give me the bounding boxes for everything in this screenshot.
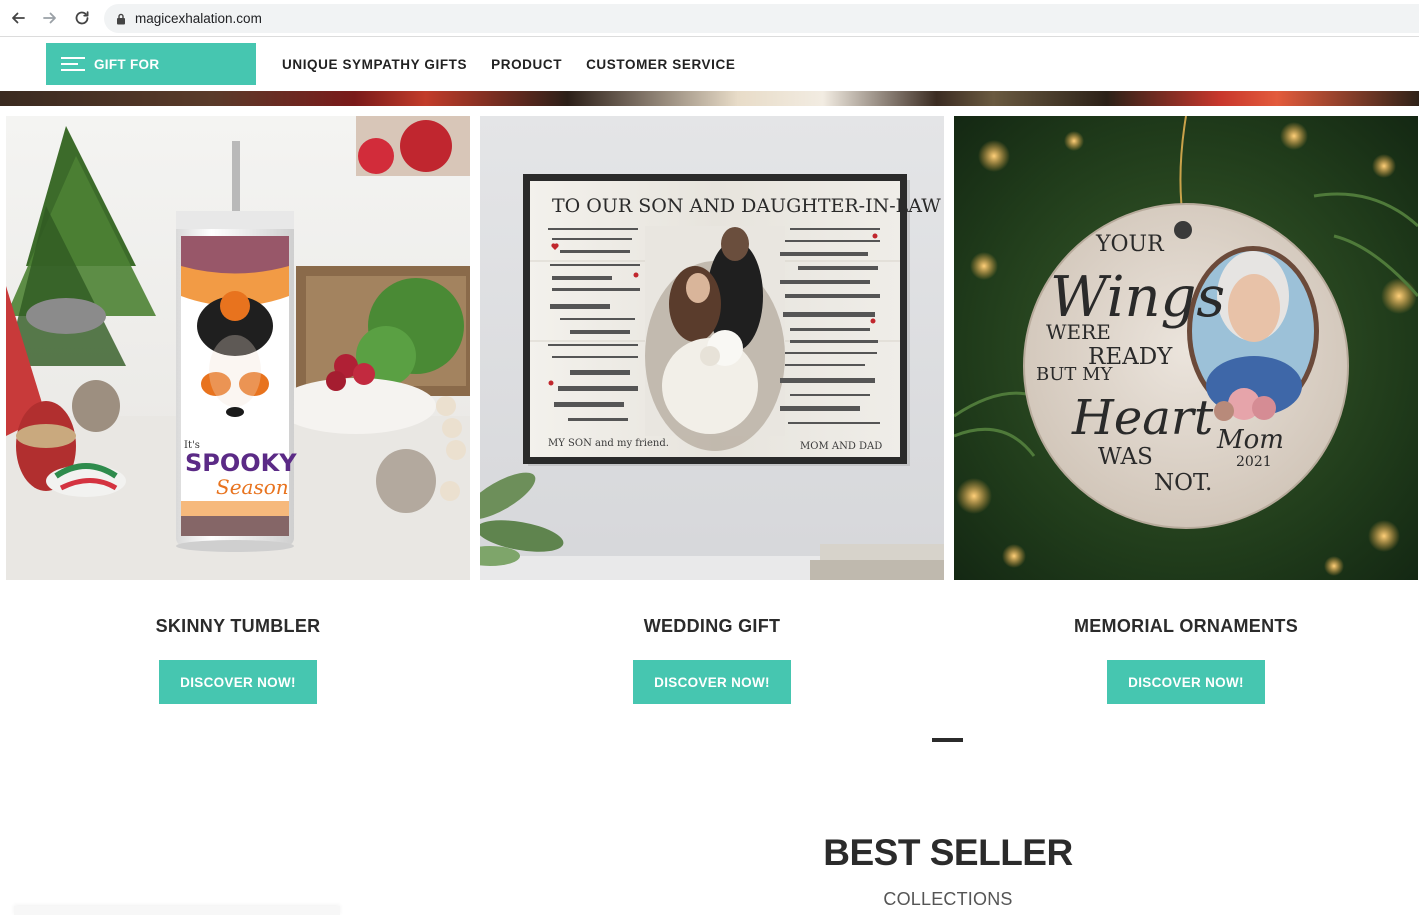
ornament-your-text: YOUR bbox=[1095, 232, 1165, 257]
poster-signature: MOM AND DAD bbox=[800, 441, 882, 452]
gift-for-label: GIFT FOR bbox=[94, 56, 160, 72]
product-title: MEMORIAL ORNAMENTS bbox=[1073, 616, 1299, 636]
ornament-not-text: NOT. bbox=[1154, 470, 1212, 496]
tumbler-season-text: Season bbox=[216, 475, 289, 499]
gift-for-menu-button[interactable]: GIFT FOR bbox=[46, 43, 256, 85]
nav-customer-service[interactable]: CUSTOMER SERVICE bbox=[586, 57, 735, 72]
url-text: magicexhalation.com bbox=[135, 11, 262, 26]
lock-icon bbox=[117, 13, 125, 24]
best-seller-subtitle: COLLECTIONS bbox=[883, 889, 1013, 909]
poster-my-son-text: MY SON and my friend. bbox=[548, 438, 669, 449]
browser-toolbar: magicexhalation.com bbox=[0, 0, 1419, 37]
section-divider bbox=[932, 738, 963, 742]
site-header: GIFT FOR UNIQUE SYMPATHY GIFTS PRODUCT C… bbox=[0, 37, 1419, 91]
main-nav: UNIQUE SYMPATHY GIFTS PRODUCT CUSTOMER S… bbox=[282, 37, 759, 91]
product-card-memorial-ornaments: YOUR Wings WERE READY BUT MY Heart WAS N… bbox=[954, 116, 1418, 710]
tumbler-spooky-text: SPOOKY bbox=[185, 449, 297, 477]
bottom-card-edge bbox=[14, 906, 340, 915]
hamburger-icon bbox=[61, 57, 85, 71]
poster-title: TO OUR SON AND DAUGHTER-IN-LAW bbox=[552, 195, 941, 217]
wedding-gift-image[interactable]: TO OUR SON AND DAUGHTER-IN-LAW MY SON an… bbox=[480, 116, 944, 580]
forward-arrow-icon bbox=[43, 12, 56, 24]
product-title: SKINNY TUMBLER bbox=[155, 616, 321, 636]
hero-banner-strip bbox=[0, 91, 1419, 106]
discover-now-button[interactable]: DISCOVER NOW! bbox=[1107, 660, 1265, 704]
memorial-ornaments-image[interactable]: YOUR Wings WERE READY BUT MY Heart WAS N… bbox=[954, 116, 1418, 580]
nav-unique-sympathy-gifts[interactable]: UNIQUE SYMPATHY GIFTS bbox=[282, 57, 467, 72]
discover-now-button[interactable]: DISCOVER NOW! bbox=[159, 660, 317, 704]
product-title: WEDDING GIFT bbox=[643, 616, 781, 636]
best-seller-title: BEST SELLER bbox=[823, 832, 1073, 873]
address-bar[interactable]: magicexhalation.com bbox=[104, 4, 1419, 33]
forward-button[interactable] bbox=[34, 2, 66, 34]
ornament-was-text: WAS bbox=[1098, 444, 1153, 470]
product-card-wedding-gift: TO OUR SON AND DAUGHTER-IN-LAW MY SON an… bbox=[480, 116, 944, 710]
reload-button[interactable] bbox=[66, 2, 98, 34]
ornament-were-text: WERE bbox=[1046, 320, 1111, 344]
ornament-mom-text: Mom bbox=[1216, 425, 1284, 455]
product-card-skinny-tumbler: It's SPOOKY Season SKINNY TUMBLER DISCOV… bbox=[6, 116, 470, 710]
reload-icon bbox=[75, 11, 89, 25]
discover-now-button[interactable]: DISCOVER NOW! bbox=[633, 660, 791, 704]
back-arrow-icon bbox=[12, 12, 25, 24]
ornament-year-text: 2021 bbox=[1236, 454, 1272, 470]
skinny-tumbler-image[interactable]: It's SPOOKY Season bbox=[6, 116, 470, 580]
ornament-but-my-text: BUT MY bbox=[1036, 364, 1114, 385]
nav-product[interactable]: PRODUCT bbox=[491, 57, 562, 72]
ornament-heart-text: Heart bbox=[1071, 390, 1214, 446]
back-button[interactable] bbox=[2, 2, 34, 34]
